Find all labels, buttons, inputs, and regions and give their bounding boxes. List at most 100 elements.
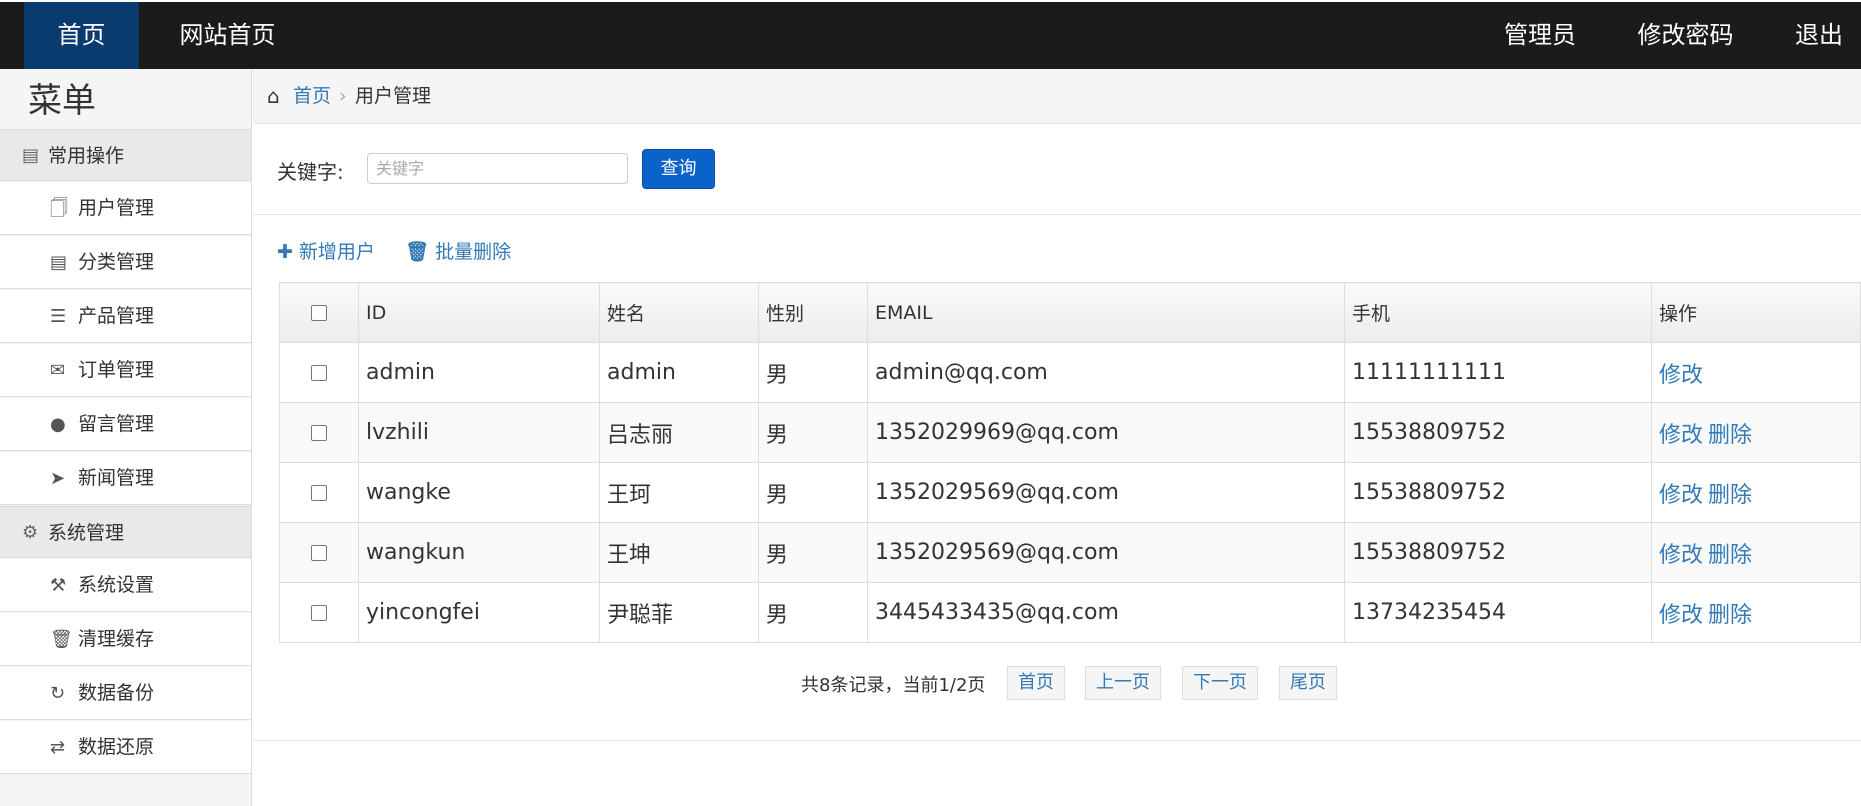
nav-home[interactable]: 首页	[24, 2, 139, 69]
breadcrumb-separator: ›	[339, 85, 347, 107]
sidebar-item-orders[interactable]: ✉ 订单管理	[0, 344, 251, 397]
file-icon: 🗍	[50, 198, 68, 219]
column-header-phone[interactable]: 手机	[1344, 282, 1652, 343]
sidebar-item-backup[interactable]: ↻ 数据备份	[0, 667, 251, 720]
rotate-icon: ↻	[50, 683, 66, 704]
delete-link[interactable]: 删除	[1708, 543, 1752, 568]
nav-admin[interactable]: 管理员	[1490, 2, 1590, 69]
column-header-gender[interactable]: 性别	[758, 282, 868, 343]
cell-email: 3445433435@qq.com	[867, 582, 1345, 643]
cell-gender: 男	[758, 462, 868, 523]
nav-logout[interactable]: 退出	[1784, 2, 1854, 69]
cell-gender: 男	[758, 342, 868, 403]
sidebar-group-system[interactable]: ⚙ 系统管理	[0, 506, 251, 558]
barcode-icon: ☰	[50, 306, 67, 327]
table-row: admin admin 男 admin@qq.com 11111111111 修…	[279, 342, 1861, 403]
cell-id: admin	[358, 342, 600, 403]
row-checkbox[interactable]	[311, 545, 327, 561]
batch-delete-button[interactable]: 🗑 批量删除	[405, 232, 511, 272]
sidebar-item-categories[interactable]: ▤ 分类管理	[0, 236, 251, 289]
row-checkbox[interactable]	[311, 425, 327, 441]
edit-link[interactable]: 修改	[1659, 603, 1703, 628]
sidebar-item-users[interactable]: 🗍 用户管理	[0, 182, 251, 235]
cell-actions: 修改 删除	[1651, 402, 1861, 463]
delete-link[interactable]: 删除	[1708, 423, 1752, 448]
keyword-label: 关键字:	[277, 160, 344, 184]
edit-link[interactable]: 修改	[1659, 423, 1703, 448]
row-checkbox[interactable]	[311, 605, 327, 621]
home-icon: ⌂	[267, 84, 280, 108]
cell-id: wangke	[358, 462, 600, 523]
edit-link[interactable]: 修改	[1659, 483, 1703, 508]
row-select-cell	[279, 462, 359, 523]
trash-icon: 🗑	[405, 241, 430, 263]
column-header-name[interactable]: 姓名	[599, 282, 759, 343]
sidebar-item-label: 新闻管理	[78, 467, 155, 489]
next-page-button[interactable]: 下一页	[1182, 666, 1258, 700]
sidebar-item-messages[interactable]: ● 留言管理	[0, 398, 251, 451]
last-page-button[interactable]: 尾页	[1279, 666, 1337, 700]
menu-title: 菜单	[28, 81, 96, 121]
prev-page-button[interactable]: 上一页	[1085, 666, 1161, 700]
cell-name: 吕志丽	[599, 402, 759, 463]
trash-icon: 🗑	[50, 629, 73, 650]
search-bar: 关键字: 查询	[253, 124, 1861, 215]
nav-site-home[interactable]: 网站首页	[160, 2, 295, 69]
breadcrumb-home-link[interactable]: 首页	[293, 69, 331, 124]
delete-link[interactable]: 删除	[1708, 603, 1752, 628]
first-page-button[interactable]: 首页	[1007, 666, 1065, 700]
cell-phone: 13734235454	[1344, 582, 1652, 643]
cell-email: 1352029569@qq.com	[867, 522, 1345, 583]
sidebar-group-common[interactable]: ▤ 常用操作	[0, 129, 251, 181]
sidebar-item-label: 订单管理	[78, 359, 155, 381]
sidebar-item-news[interactable]: ➤ 新闻管理	[0, 452, 251, 505]
comment-icon: ●	[50, 414, 66, 435]
sidebar-item-label: 数据还原	[78, 736, 155, 758]
keyword-input[interactable]	[367, 153, 628, 184]
sidebar-item-label: 用户管理	[78, 197, 155, 219]
address-book-icon: ▤	[22, 145, 40, 166]
cell-name: 王坤	[599, 522, 759, 583]
cell-name: admin	[599, 342, 759, 403]
pagination-info: 共8条记录，当前1/2页	[801, 675, 986, 696]
content-divider	[253, 740, 1861, 741]
query-button[interactable]: 查询	[642, 149, 715, 189]
table-header-row: ID 姓名 性别 EMAIL 手机 操作	[279, 282, 1861, 343]
row-checkbox[interactable]	[311, 365, 327, 381]
sidebar-item-products[interactable]: ☰ 产品管理	[0, 290, 251, 343]
add-user-label: 新增用户	[298, 241, 375, 263]
row-select-cell	[279, 582, 359, 643]
cell-phone: 15538809752	[1344, 462, 1652, 523]
cell-gender: 男	[758, 402, 868, 463]
select-all-checkbox[interactable]	[311, 305, 327, 321]
top-navbar: 首页 网站首页 管理员 修改密码 退出	[0, 2, 1861, 69]
cell-email: admin@qq.com	[867, 342, 1345, 403]
pagination: 共8条记录，当前1/2页 首页 上一页 下一页 尾页	[253, 665, 1861, 700]
table-row: lvzhili 吕志丽 男 1352029969@qq.com 15538809…	[279, 402, 1861, 463]
column-header-email[interactable]: EMAIL	[867, 282, 1345, 343]
add-user-button[interactable]: ✚ 新增用户	[277, 232, 375, 272]
refresh-icon: ⇄	[50, 737, 66, 758]
cell-name: 尹聪菲	[599, 582, 759, 643]
sidebar-group-label: 常用操作	[48, 145, 125, 167]
sidebar-item-clear-cache[interactable]: 🗑 清理缓存	[0, 613, 251, 666]
column-header-id[interactable]: ID	[358, 282, 600, 343]
sidebar-item-label: 分类管理	[78, 251, 155, 273]
nav-change-password[interactable]: 修改密码	[1628, 2, 1743, 69]
row-select-cell	[279, 342, 359, 403]
cell-actions: 修改 删除	[1651, 582, 1861, 643]
sidebar-item-restore[interactable]: ⇄ 数据还原	[0, 721, 251, 774]
cell-name: 王珂	[599, 462, 759, 523]
sidebar-item-label: 产品管理	[78, 305, 155, 327]
edit-link[interactable]: 修改	[1659, 363, 1703, 388]
sidebar-group-label: 系统管理	[48, 522, 125, 544]
edit-link[interactable]: 修改	[1659, 543, 1703, 568]
row-checkbox[interactable]	[311, 485, 327, 501]
row-select-cell	[279, 522, 359, 583]
sidebar-item-settings[interactable]: ⚒ 系统设置	[0, 559, 251, 612]
table-row: wangkun 王坤 男 1352029569@qq.com 155388097…	[279, 522, 1861, 583]
sidebar: 菜单 ▤ 常用操作 🗍 用户管理 ▤ 分类管理 ☰ 产品管理 ✉ 订单管理 ● …	[0, 69, 252, 806]
delete-link[interactable]: 删除	[1708, 483, 1752, 508]
cell-id: wangkun	[358, 522, 600, 583]
user-table: ID 姓名 性别 EMAIL 手机 操作 admin admin 男 admin…	[279, 282, 1861, 643]
